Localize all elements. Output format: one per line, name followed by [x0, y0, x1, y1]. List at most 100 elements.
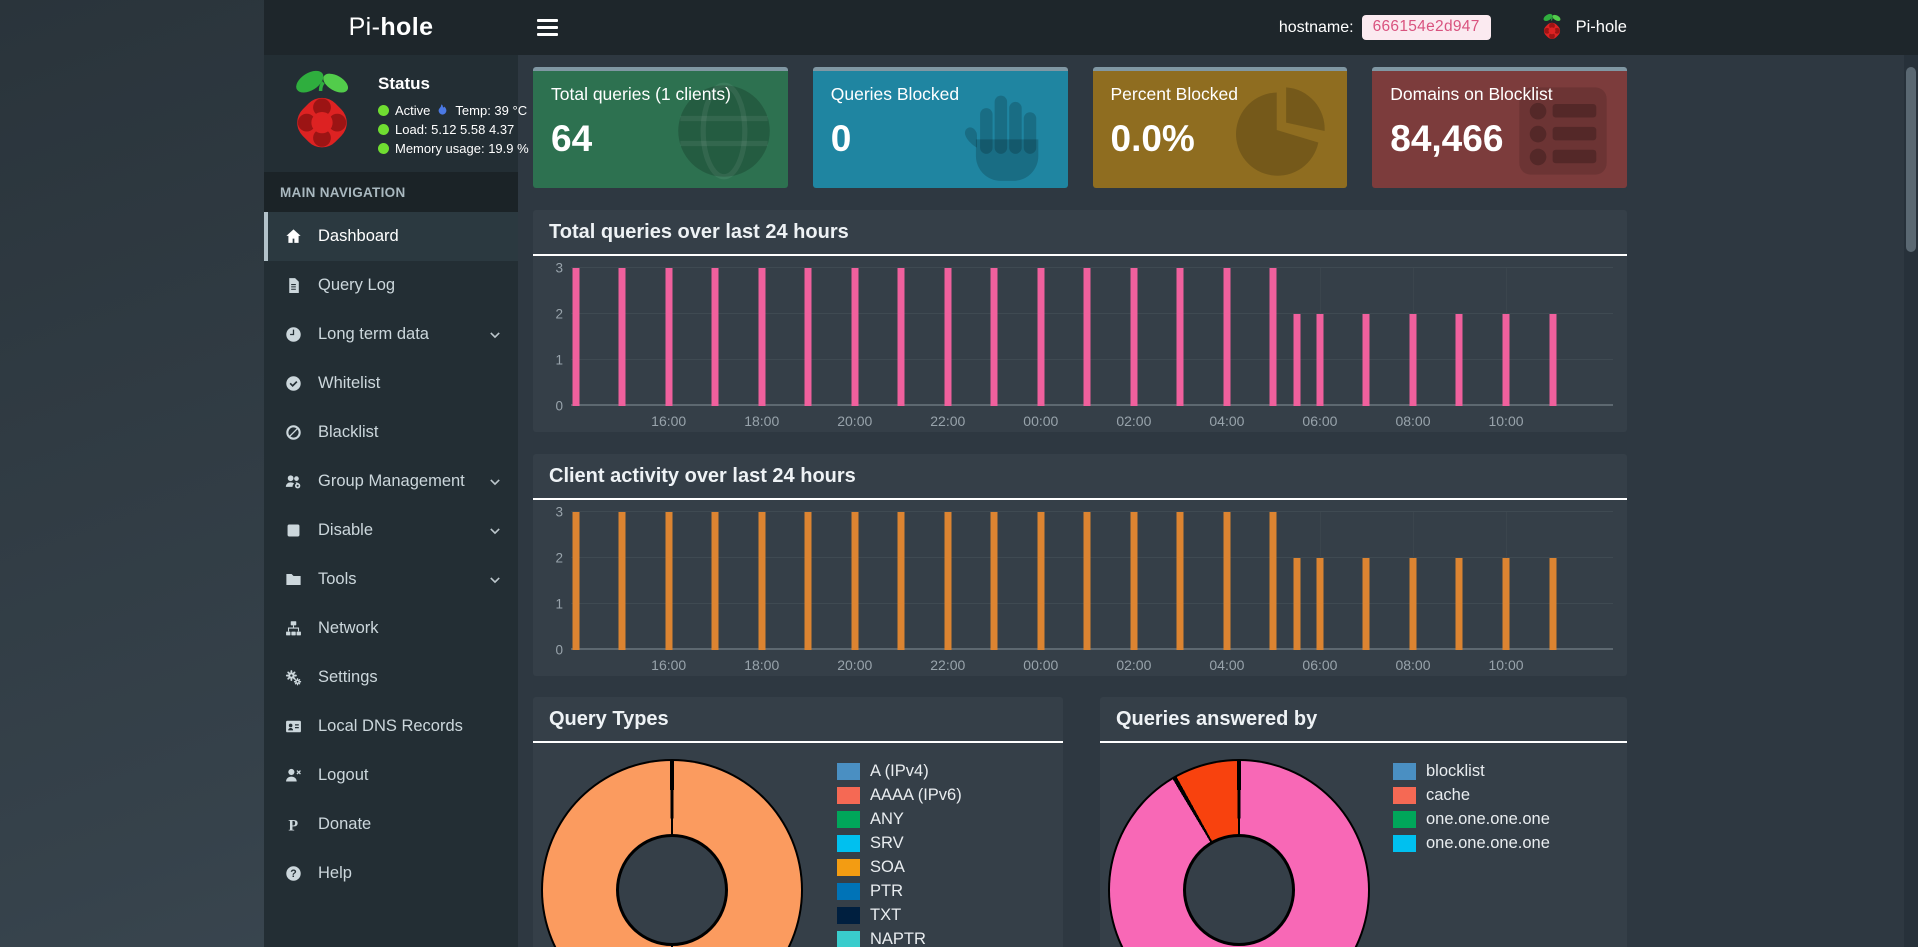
sidebar-item-long-term-data[interactable]: Long term data [264, 310, 518, 359]
y-axis-label: 2 [555, 306, 563, 322]
legend-item[interactable]: blocklist [1393, 762, 1550, 781]
card-label: Domains on Blocklist [1390, 84, 1553, 104]
bar[interactable] [1037, 512, 1045, 650]
chevron-down-icon [490, 576, 500, 583]
bar[interactable] [711, 268, 719, 406]
legend-item[interactable]: SRV [837, 834, 962, 853]
bar[interactable] [851, 512, 859, 650]
home-icon [285, 228, 305, 245]
sidebar-item-blacklist[interactable]: Blacklist [264, 408, 518, 457]
navbar-right: hostname: 666154e2d947 Pi-hole [1279, 13, 1627, 43]
legend-item[interactable]: cache [1393, 786, 1550, 805]
bar[interactable] [1176, 512, 1184, 650]
bar[interactable] [1316, 314, 1324, 406]
bar[interactable] [990, 268, 998, 406]
bar[interactable] [665, 512, 673, 650]
client-activity-chart[interactable]: 0 1 2 3 16:00 18:00 20:00 22:00 00:00 02:00 04:00 0… [533, 500, 1627, 676]
legend-swatch [1393, 835, 1416, 852]
bar[interactable] [1316, 558, 1324, 650]
queries-answered-by-donut[interactable] [1108, 759, 1370, 947]
bar[interactable] [1549, 314, 1557, 406]
sidebar-item-disable[interactable]: Disable [264, 506, 518, 555]
sidebar-item-whitelist[interactable]: Whitelist [264, 359, 518, 408]
bar[interactable] [1293, 314, 1301, 406]
bar[interactable] [618, 268, 626, 406]
chevron-down-icon [490, 478, 500, 485]
legend-item[interactable]: TXT [837, 906, 962, 925]
donut-hole [1183, 834, 1295, 946]
sidebar-item-donate[interactable]: P Donate [264, 800, 518, 849]
status-title: Status [378, 74, 430, 93]
sidebar-item-help[interactable]: ? Help [264, 849, 518, 898]
bar[interactable] [1130, 268, 1138, 406]
bar[interactable] [944, 512, 952, 650]
legend-item[interactable]: PTR [837, 882, 962, 901]
bar[interactable] [1293, 558, 1301, 650]
sidebar-item-local-dns-records[interactable]: Local DNS Records [264, 702, 518, 751]
card-label: Queries Blocked [830, 84, 960, 104]
bar[interactable] [1362, 558, 1370, 650]
legend-item[interactable]: SOA [837, 858, 962, 877]
bar[interactable] [1130, 512, 1138, 650]
sidebar-item-logout[interactable]: Logout [264, 751, 518, 800]
sidebar-item-query-log[interactable]: Query Log [264, 261, 518, 310]
paypal-icon: P [285, 816, 305, 833]
bar[interactable] [1083, 512, 1091, 650]
bar[interactable] [711, 512, 719, 650]
bar[interactable] [1037, 268, 1045, 406]
scrollbar-thumb[interactable] [1906, 67, 1916, 252]
bar[interactable] [1549, 558, 1557, 650]
sidebar-item-tools[interactable]: Tools [264, 555, 518, 604]
bar[interactable] [851, 268, 859, 406]
sidebar-item-dashboard[interactable]: Dashboard [264, 212, 518, 261]
bar[interactable] [897, 512, 905, 650]
bar[interactable] [1223, 268, 1231, 406]
vertical-scrollbar[interactable] [1904, 55, 1918, 947]
legend-item[interactable]: A (IPv4) [837, 762, 962, 781]
bar[interactable] [1223, 512, 1231, 650]
bar[interactable] [1083, 268, 1091, 406]
bar[interactable] [758, 512, 766, 650]
bar[interactable] [572, 512, 580, 650]
bar[interactable] [1455, 314, 1463, 406]
legend-item[interactable]: AAAA (IPv6) [837, 786, 962, 805]
bar[interactable] [1502, 314, 1510, 406]
status-temp: Temp: 39 °C [455, 103, 528, 118]
legend-item[interactable]: NAPTR [837, 930, 962, 947]
bar[interactable] [572, 268, 580, 406]
bar[interactable] [665, 268, 673, 406]
sidebar-item-network[interactable]: Network [264, 604, 518, 653]
legend-item[interactable]: one.one.one.one [1393, 810, 1550, 829]
legend-item[interactable]: ANY [837, 810, 962, 829]
legend-label: SOA [870, 858, 905, 876]
y-axis-label: 0 [555, 398, 563, 414]
x-axis-label: 00:00 [1023, 413, 1059, 429]
navbar-brand[interactable]: Pi-hole [1576, 18, 1627, 37]
x-axis-label: 02:00 [1116, 413, 1152, 429]
bar[interactable] [1409, 314, 1417, 406]
total-queries-chart[interactable]: 0 1 2 3 16:00 18:00 20:00 22:00 00:00 02:00 04:00 0… [533, 256, 1627, 432]
bar[interactable] [758, 268, 766, 406]
bar[interactable] [1269, 268, 1277, 406]
bar[interactable] [804, 268, 812, 406]
bar[interactable] [804, 512, 812, 650]
query-types-donut[interactable] [541, 759, 803, 947]
legend-item[interactable]: one.one.one.one [1393, 834, 1550, 853]
bar[interactable] [618, 512, 626, 650]
sidebar-item-group-management[interactable]: Group Management [264, 457, 518, 506]
bar[interactable] [1362, 314, 1370, 406]
panel-title: Query Types [533, 697, 1063, 743]
bar[interactable] [897, 268, 905, 406]
card-domains-blocklist: Domains on Blocklist 84,466 [1372, 67, 1627, 188]
bar[interactable] [1409, 558, 1417, 650]
svg-text:P: P [288, 817, 298, 833]
bar[interactable] [1455, 558, 1463, 650]
bar[interactable] [1269, 512, 1277, 650]
bar[interactable] [990, 512, 998, 650]
bar[interactable] [944, 268, 952, 406]
sidebar-toggle-button[interactable] [533, 13, 562, 42]
sidebar-item-settings[interactable]: Settings [264, 653, 518, 702]
bar[interactable] [1176, 268, 1184, 406]
app-logo[interactable]: Pi-hole [264, 0, 518, 55]
bar[interactable] [1502, 558, 1510, 650]
